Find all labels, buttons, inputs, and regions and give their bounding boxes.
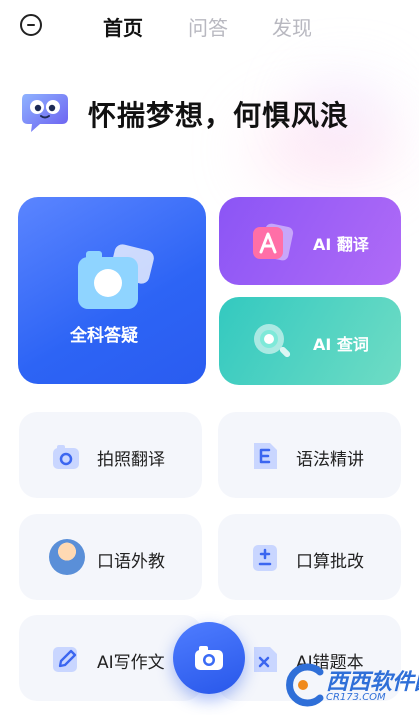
tool-label: 语法精讲 <box>296 450 364 470</box>
translate-a-icon <box>253 223 294 261</box>
tool-label: 口算批改 <box>296 552 364 572</box>
tab-qa[interactable]: 问答 <box>188 12 228 41</box>
hero-slogan: 怀揣梦想，何惧风浪 <box>88 99 350 132</box>
top-nav: 首页 问答 发现 <box>0 0 419 52</box>
plus-minus-icon <box>253 545 277 571</box>
chat-bubble-mascot-icon <box>22 94 68 132</box>
watermark-logo-icon <box>286 663 324 707</box>
tool-mental-math[interactable]: 口算批改 <box>218 514 401 600</box>
ai-translate-label: AI 翻译 <box>313 235 369 254</box>
watermark: 西西软件园 CR173.COM <box>282 658 419 715</box>
camera-icon <box>78 244 154 309</box>
tool-grammar[interactable]: 语法精讲 <box>218 412 401 498</box>
tool-label: AI写作文 <box>97 653 165 673</box>
tool-label: 拍照翻译 <box>97 450 165 470</box>
all-subject-qa-card[interactable]: 全科答疑 <box>18 197 206 384</box>
all-subject-qa-label: 全科答疑 <box>70 326 138 346</box>
tool-label: 口语外教 <box>97 552 165 572</box>
cross-note-icon <box>254 647 277 672</box>
watermark-sub: CR173.COM <box>326 692 386 703</box>
magnifier-icon <box>254 324 291 358</box>
pencil-icon <box>53 647 77 672</box>
tool-photo-translate[interactable]: 拍照翻译 <box>19 412 202 498</box>
menu-icon[interactable] <box>20 14 42 36</box>
ai-word-lookup-label: AI 查词 <box>313 335 369 354</box>
camera-icon <box>53 445 79 469</box>
ai-translate-card[interactable]: AI 翻译 <box>219 197 401 285</box>
tab-home[interactable]: 首页 <box>103 12 143 41</box>
floating-camera-button[interactable] <box>173 622 245 694</box>
ai-word-lookup-card[interactable]: AI 查词 <box>219 297 401 385</box>
avatar-icon <box>49 539 85 575</box>
tab-discover[interactable]: 发现 <box>272 12 312 41</box>
camera-icon <box>195 646 223 670</box>
tool-oral-tutor[interactable]: 口语外教 <box>19 514 202 600</box>
letter-e-icon <box>254 443 277 469</box>
